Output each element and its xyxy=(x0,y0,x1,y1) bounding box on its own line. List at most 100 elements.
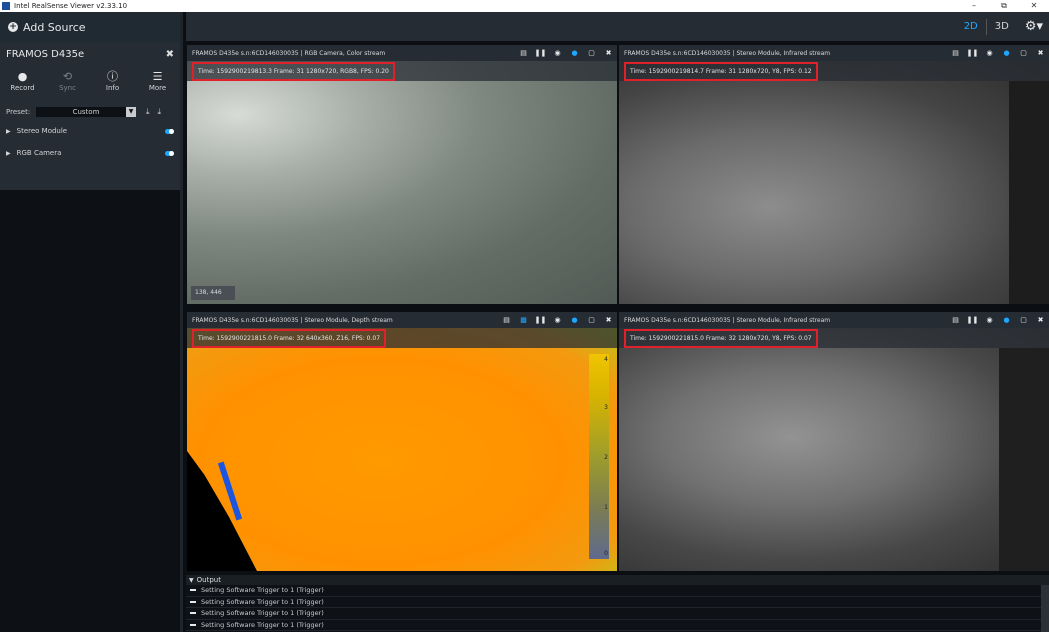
window-title: Intel RealSense Viewer v2.33.10 xyxy=(14,2,128,10)
mode-3d-button[interactable]: 3D xyxy=(987,21,1017,32)
log-line: Setting Software Trigger to 1 (Trigger) xyxy=(186,597,1049,608)
sync-button[interactable]: ⟲ Sync xyxy=(45,70,90,100)
record-button[interactable]: ● Record xyxy=(0,70,45,100)
record-icon: ● xyxy=(17,70,28,83)
expand-arrow-icon[interactable]: ▶ xyxy=(6,150,11,157)
close-icon[interactable]: ✖ xyxy=(1032,316,1049,324)
pane-tools: ▤ ❚❚ ◉ ● ▢ ✖ xyxy=(947,49,1049,57)
dark-region xyxy=(999,348,1049,571)
depth-stream-view[interactable] xyxy=(187,328,617,571)
maximize-icon[interactable]: ▢ xyxy=(583,316,600,324)
title-bar: Intel RealSense Viewer v2.33.10 – ⧉ ✕ xyxy=(0,0,1049,12)
close-device-icon[interactable]: ✖ xyxy=(166,49,174,60)
close-icon[interactable]: ✖ xyxy=(1032,49,1049,57)
info-icon[interactable]: ● xyxy=(566,49,583,57)
output-scrollbar[interactable] xyxy=(1041,585,1049,632)
log-line: Setting Software Trigger to 1 (Trigger) xyxy=(186,585,1049,597)
camera-icon[interactable]: ◉ xyxy=(549,316,566,324)
log-line: Setting Software Trigger to 1 (Trigger) xyxy=(186,608,1049,620)
device-name: FRAMOS D435e xyxy=(6,48,85,60)
download-icon[interactable]: ⤓ xyxy=(158,107,162,117)
pane-header: FRAMOS D435e s.n:6CD146030035 | RGB Came… xyxy=(187,45,617,61)
folder-icon[interactable]: ▤ xyxy=(515,49,532,57)
color-stream-view[interactable] xyxy=(187,61,617,304)
expand-arrow-icon[interactable]: ▶ xyxy=(6,128,11,135)
log-text: Setting Software Trigger to 1 (Trigger) xyxy=(201,609,324,618)
histogram-icon[interactable]: ▩ xyxy=(515,316,532,324)
folder-icon[interactable]: ▤ xyxy=(947,316,964,324)
stereo-module-toggle[interactable] xyxy=(165,128,174,134)
more-button[interactable]: ☰ More xyxy=(135,70,180,100)
close-icon[interactable]: ✖ xyxy=(600,316,617,324)
sensor-row-stereo-module[interactable]: ▶ Stereo Module xyxy=(0,120,180,142)
info-button[interactable]: ⓘ Info xyxy=(90,70,135,100)
stream-pane-infrared-1: FRAMOS D435e s.n:6CD146030035 | Stereo M… xyxy=(619,45,1049,304)
pane-tools: ▤ ❚❚ ◉ ● ▢ ✖ xyxy=(947,316,1049,324)
maximize-icon[interactable]: ▢ xyxy=(1015,316,1032,324)
log-text: Setting Software Trigger to 1 (Trigger) xyxy=(201,597,324,606)
add-source-label: Add Source xyxy=(23,20,86,34)
stream-info-bar: Time: 1592900219813.3 Frame: 31 1280x720… xyxy=(187,61,617,81)
colorbar-tick: 1 xyxy=(604,504,608,511)
info-label: Info xyxy=(105,84,120,92)
more-label: More xyxy=(148,84,167,92)
log-bullet-icon xyxy=(190,623,196,626)
camera-icon[interactable]: ◉ xyxy=(981,316,998,324)
minimize-button[interactable]: – xyxy=(959,1,989,11)
preset-row: Preset: Custom ▼ ⤓ ⤓ xyxy=(0,104,180,120)
add-source-button[interactable]: + Add Source xyxy=(0,12,180,42)
colorbar-tick: 4 xyxy=(604,356,608,363)
realsense-viewer: Intel RealSense Viewer v2.33.10 – ⧉ ✕ + … xyxy=(0,0,1049,632)
rgb-camera-toggle[interactable] xyxy=(165,150,174,156)
close-window-button[interactable]: ✕ xyxy=(1019,1,1049,11)
preset-dropdown[interactable]: Custom ▼ xyxy=(36,107,136,117)
folder-icon[interactable]: ▤ xyxy=(498,316,515,324)
pane-header: FRAMOS D435e s.n:6CD146030035 | Stereo M… xyxy=(187,312,617,328)
folder-icon[interactable]: ▤ xyxy=(947,49,964,57)
pane-title: FRAMOS D435e s.n:6CD146030035 | Stereo M… xyxy=(192,316,393,324)
stream-info: Time: 1592900219814.7 Frame: 31 1280x720… xyxy=(624,61,818,81)
restore-button[interactable]: ⧉ xyxy=(989,1,1019,11)
colorbar-tick: 3 xyxy=(604,404,608,411)
log-line: Setting Software Trigger to 1 (Trigger) xyxy=(186,620,1049,631)
close-icon[interactable]: ✖ xyxy=(600,49,617,57)
info-icon: ⓘ xyxy=(107,70,118,83)
upload-icon[interactable]: ⤓ xyxy=(146,107,150,117)
mode-2d-button[interactable]: 2D xyxy=(956,21,986,32)
stream-info: Time: 1592900219813.3 Frame: 31 1280x720… xyxy=(192,61,395,81)
cursor-position: 138, 446 xyxy=(191,286,235,300)
info-icon[interactable]: ● xyxy=(998,316,1015,324)
infrared-stream-view[interactable] xyxy=(619,328,1049,571)
pause-icon[interactable]: ❚❚ xyxy=(964,316,981,324)
log-text: Setting Software Trigger to 1 (Trigger) xyxy=(201,620,324,629)
camera-icon[interactable]: ◉ xyxy=(981,49,998,57)
device-header: FRAMOS D435e ✖ xyxy=(0,42,180,66)
stream-info-bar: Time: 1592900221815.0 Frame: 32 640x360,… xyxy=(187,328,617,348)
pause-icon[interactable]: ❚❚ xyxy=(964,49,981,57)
window-controls: – ⧉ ✕ xyxy=(959,1,1049,11)
pane-title: FRAMOS D435e s.n:6CD146030035 | RGB Came… xyxy=(192,49,386,57)
output-header[interactable]: ▼ Output xyxy=(186,575,1049,585)
sensor-row-rgb-camera[interactable]: ▶ RGB Camera xyxy=(0,142,180,164)
camera-icon[interactable]: ◉ xyxy=(549,49,566,57)
stream-pane-color: FRAMOS D435e s.n:6CD146030035 | RGB Came… xyxy=(187,45,617,304)
log-bullet-icon xyxy=(190,589,196,592)
collapse-arrow-icon[interactable]: ▼ xyxy=(189,577,194,584)
colorbar-tick: 0 xyxy=(604,550,608,557)
plus-icon: + xyxy=(8,22,18,32)
pane-title: FRAMOS D435e s.n:6CD146030035 | Stereo M… xyxy=(624,316,831,324)
pause-icon[interactable]: ❚❚ xyxy=(532,49,549,57)
depth-colorbar: 4 3 2 1 0 xyxy=(589,354,609,559)
device-panel: FRAMOS D435e ✖ ● Record ⟲ Sync ⓘ Info ☰ xyxy=(0,42,180,190)
info-icon[interactable]: ● xyxy=(998,49,1015,57)
maximize-icon[interactable]: ▢ xyxy=(1015,49,1032,57)
pause-icon[interactable]: ❚❚ xyxy=(532,316,549,324)
sensor-name: RGB Camera xyxy=(16,149,62,157)
maximize-icon[interactable]: ▢ xyxy=(583,49,600,57)
app-icon xyxy=(2,2,10,10)
sidebar: + Add Source FRAMOS D435e ✖ ● Record ⟲ S… xyxy=(0,12,183,632)
infrared-stream-view[interactable] xyxy=(619,61,1049,304)
colorbar-tick: 2 xyxy=(604,454,608,461)
gear-icon[interactable]: ⚙▾ xyxy=(1017,19,1049,34)
info-icon[interactable]: ● xyxy=(566,316,583,324)
